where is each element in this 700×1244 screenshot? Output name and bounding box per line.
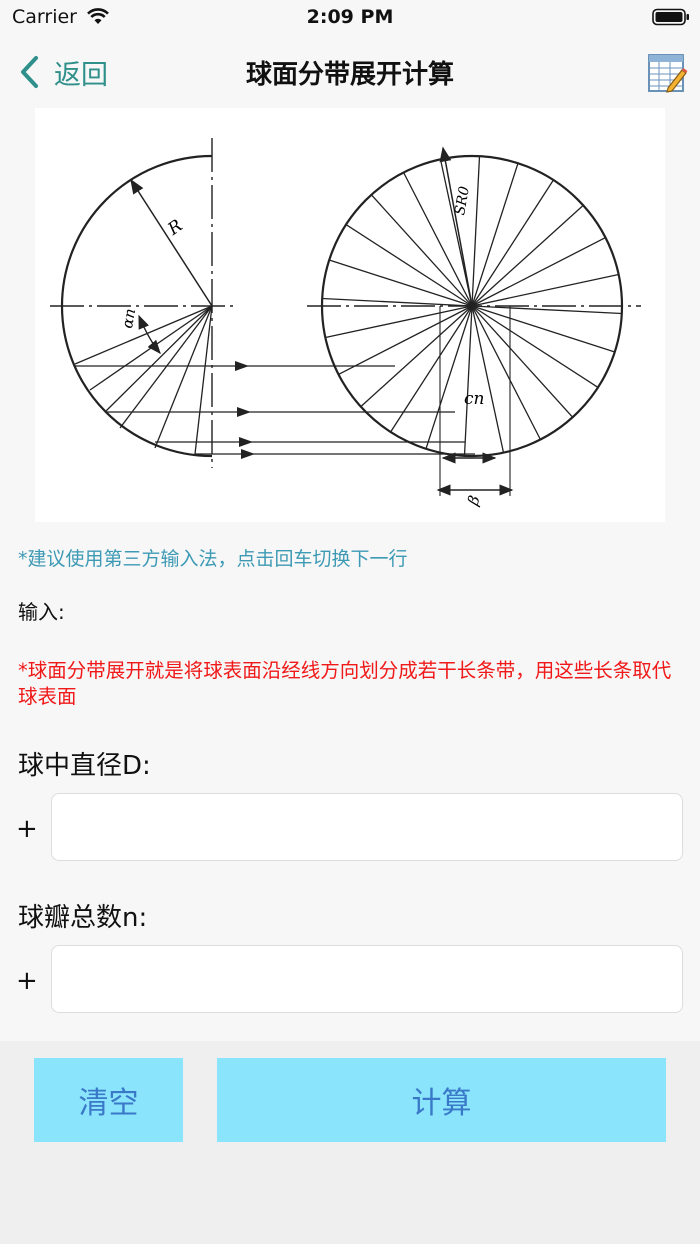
projection-arrowhead-3 bbox=[241, 449, 255, 459]
segment-count-label: 球瓣总数n: bbox=[18, 903, 148, 933]
spoke-0 bbox=[471, 305, 622, 315]
sphere-diagram-drawing: R αn SR0 cn β bbox=[50, 138, 641, 509]
sphere-diagram: R αn SR0 cn β bbox=[35, 108, 665, 522]
calculate-button[interactable]: 计算 bbox=[217, 1058, 666, 1142]
status-bar: Carrier 2:09 PM bbox=[0, 0, 700, 36]
label-cn: cn bbox=[464, 389, 484, 409]
content-area: R αn SR0 cn β *建议使用第三方输入法，点击回车切换下一行 输入: … bbox=[0, 108, 700, 1041]
navigation-bar: 返回 球面分带展开计算 bbox=[0, 36, 700, 108]
diameter-label: 球中直径D: bbox=[18, 751, 151, 781]
sr-radius-line bbox=[439, 146, 473, 307]
description-note: *球面分带展开就是将球表面沿经线方向划分成若干长条带，用这些长条取代球表面 bbox=[18, 659, 672, 708]
status-time: 2:09 PM bbox=[306, 6, 394, 28]
spoke-18 bbox=[471, 156, 481, 307]
input-section-label: 输入: bbox=[18, 600, 65, 624]
label-beta: β bbox=[464, 493, 484, 509]
spoke-4 bbox=[471, 305, 541, 440]
projection-arrowhead-0 bbox=[235, 361, 249, 371]
segment-count-sign: + bbox=[16, 966, 38, 996]
spoke-11 bbox=[325, 305, 473, 339]
spoke-5 bbox=[471, 305, 505, 453]
page-title: 球面分带展开计算 bbox=[245, 60, 454, 90]
label-alpha: αn bbox=[118, 307, 139, 330]
spoke-22 bbox=[471, 237, 606, 307]
angle-arc bbox=[138, 314, 161, 355]
battery-icon bbox=[652, 8, 689, 26]
input-method-hint: *建议使用第三方输入法，点击回车切换下一行 bbox=[18, 548, 408, 570]
spoke-10 bbox=[338, 305, 473, 375]
spoke-12 bbox=[322, 297, 473, 307]
spoke-6 bbox=[463, 305, 473, 456]
full-circle-figure bbox=[307, 146, 641, 496]
half-circle-figure bbox=[50, 138, 233, 468]
radius-line bbox=[130, 178, 213, 307]
label-SR0: SR0 bbox=[452, 185, 473, 216]
spreadsheet-icon[interactable] bbox=[646, 52, 688, 94]
segment-count-input[interactable] bbox=[51, 945, 683, 1013]
projection-arrowhead-2 bbox=[239, 437, 253, 447]
diameter-sign: + bbox=[16, 814, 38, 844]
projection-arrowhead-1 bbox=[237, 407, 251, 417]
radial-line-1 bbox=[89, 305, 213, 391]
spoke-23 bbox=[471, 273, 619, 307]
diameter-input[interactable] bbox=[51, 793, 683, 861]
radial-line-0 bbox=[74, 305, 213, 365]
clear-button[interactable]: 清空 bbox=[34, 1058, 183, 1142]
